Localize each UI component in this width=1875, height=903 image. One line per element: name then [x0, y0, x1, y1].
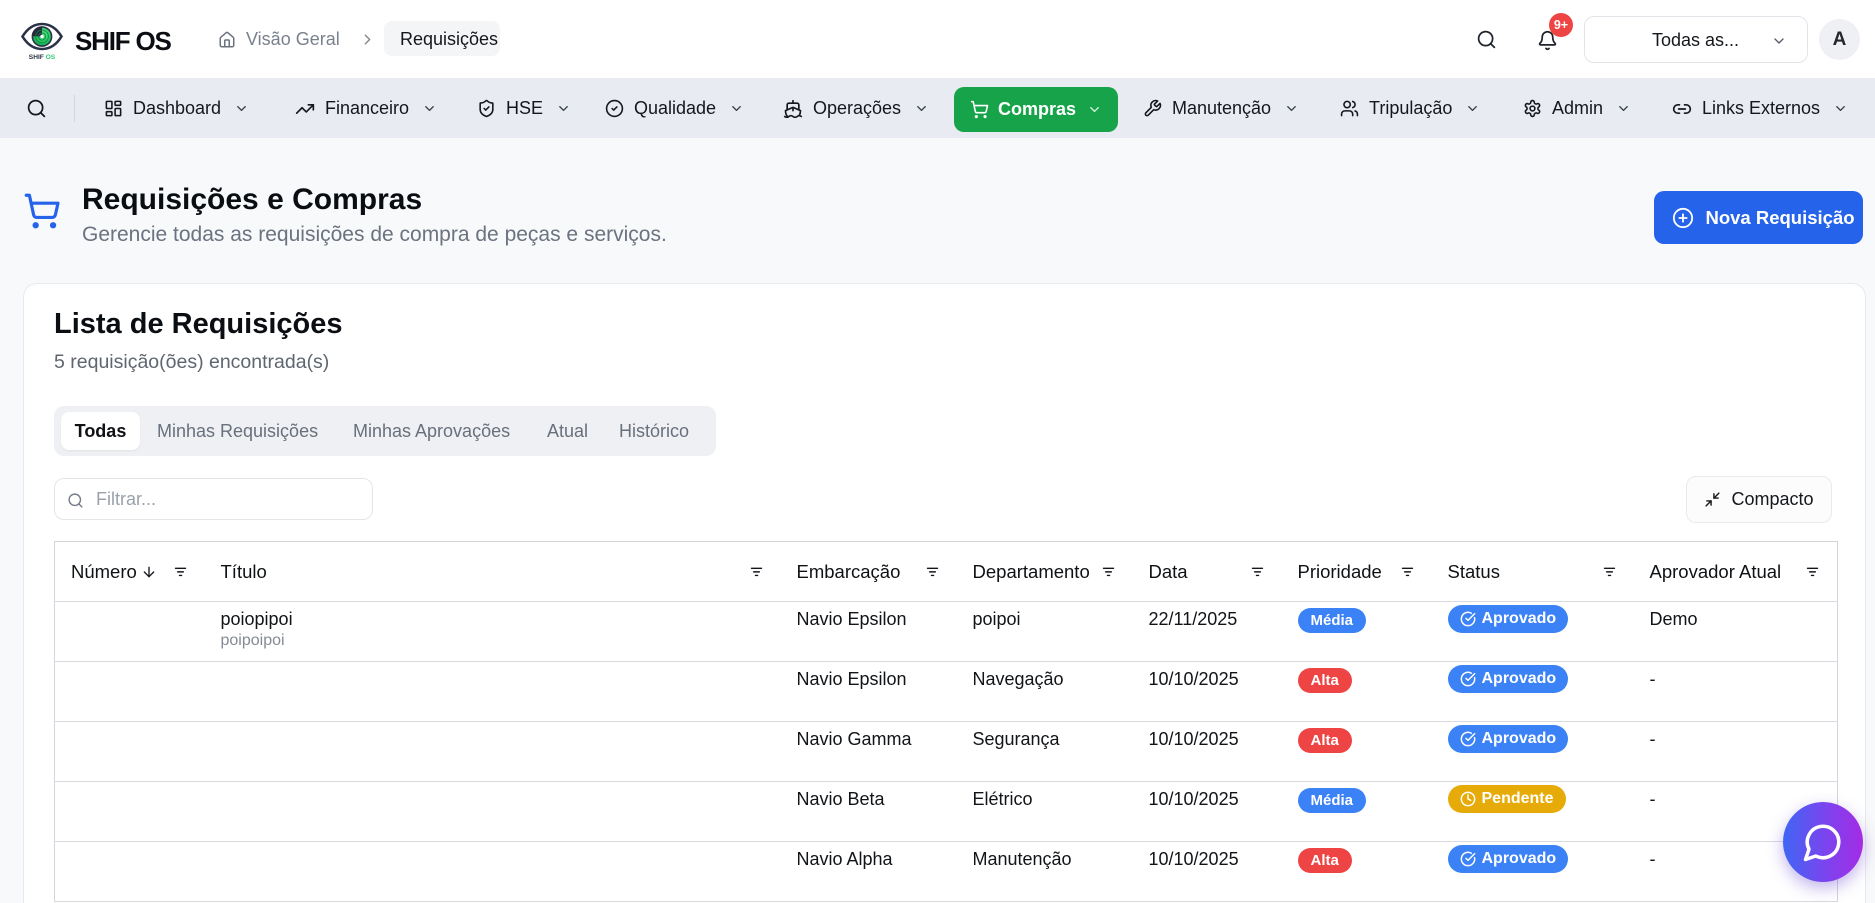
svg-text:SHIF OS: SHIF OS	[29, 54, 56, 61]
